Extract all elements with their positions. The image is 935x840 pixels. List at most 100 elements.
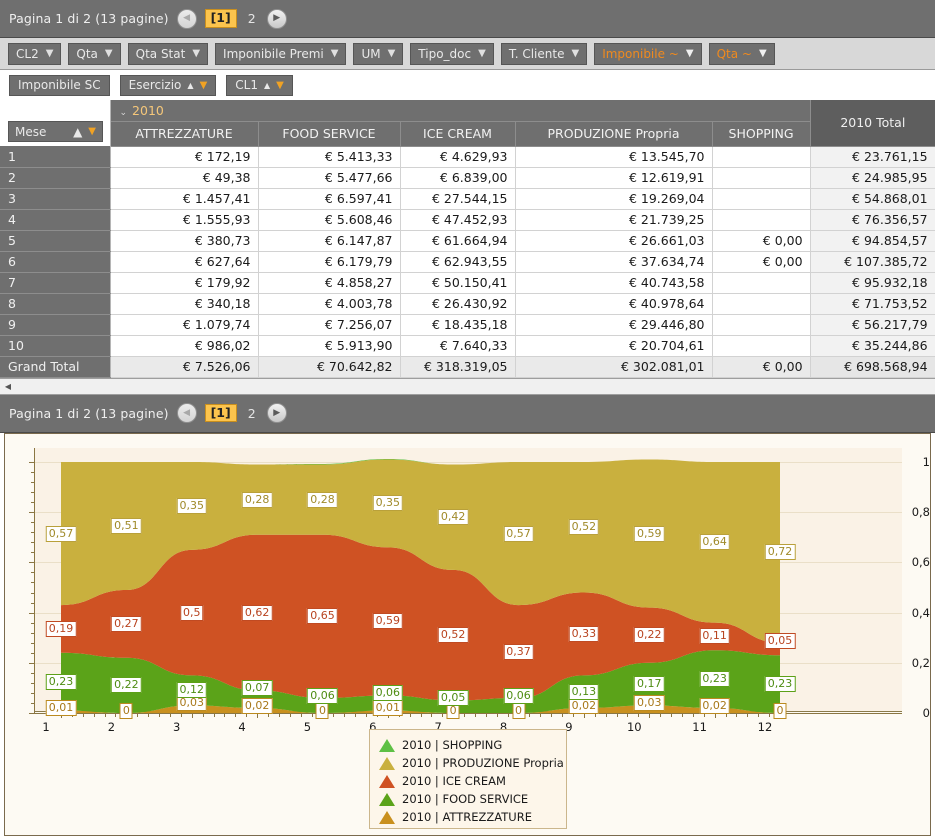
legend-item[interactable]: 2010 | ICE CREAM (379, 772, 566, 790)
table-cell (712, 167, 811, 189)
data-label: 0 (119, 703, 133, 719)
filter-chip-tipo-doc[interactable]: Tipo_doc ▼ (410, 42, 494, 65)
funnel-icon[interactable]: ▼ (46, 48, 54, 59)
table-cell: € 5.477,66 (258, 167, 401, 189)
row-field-chip-mese[interactable]: Mese ▲ ▼ (8, 121, 103, 142)
table-cell: € 27.544,15 (400, 188, 516, 210)
column-header-produzione-propria[interactable]: PRODUZIONE Propria (515, 121, 713, 147)
column-header-attrezzature[interactable]: ATTREZZATURE (110, 121, 259, 147)
sort-asc-icon[interactable]: ▲ (187, 81, 193, 90)
x-tick-mark-minor (747, 714, 749, 717)
filter-chip-qta-stat[interactable]: Qta Stat ▼ (127, 42, 209, 65)
x-tick-mark-minor (289, 714, 291, 717)
x-tick-mark-minor (736, 714, 738, 717)
funnel-icon[interactable]: ▼ (571, 48, 579, 59)
row-header-cell[interactable]: 9 (0, 314, 111, 336)
funnel-icon[interactable]: ▼ (759, 48, 767, 59)
funnel-icon[interactable]: ▼ (192, 48, 200, 59)
x-tick-mark-minor (333, 714, 335, 717)
row-header-cell[interactable]: 6 (0, 251, 111, 273)
x-tick-mark-minor (409, 714, 411, 717)
row-header-cell[interactable]: 1 (0, 146, 111, 168)
column-header-shopping[interactable]: SHOPPING (712, 121, 811, 147)
table-cell: € 40.978,64 (515, 293, 713, 315)
funnel-icon[interactable]: ▼ (105, 48, 113, 59)
table-total-cell: € 95.932,18 (809, 272, 935, 294)
pager-top: Pagina 1 di 2 (13 pagine) ◀ [1] 2 ▶ (0, 0, 935, 38)
filter-chip-cl2[interactable]: CL2 ▼ (8, 42, 62, 65)
table-total-cell: € 54.868,01 (809, 188, 935, 210)
legend-label: 2010 | SHOPPING (402, 738, 503, 752)
table-row: 1 € 172,19 € 5.413,33 € 4.629,93 € 13.545,70… (0, 146, 935, 168)
x-tick-mark-minor (213, 714, 215, 717)
legend-item[interactable]: 2010 | SHOPPING (379, 736, 566, 754)
filter-chip-imponibile[interactable]: Imponibile ~ ▼ (594, 42, 702, 65)
sort-asc-icon[interactable]: ▲ (73, 125, 82, 139)
legend-item[interactable]: 2010 | FOOD SERVICE (379, 790, 566, 808)
row-header-cell[interactable]: 4 (0, 209, 111, 231)
table-cell: € 61.664,94 (400, 230, 516, 252)
row-header-cell[interactable]: Grand Total (0, 356, 111, 378)
funnel-icon[interactable]: ▼ (88, 126, 96, 137)
funnel-icon[interactable]: ▼ (686, 48, 694, 59)
row-header-cell[interactable]: 2 (0, 167, 111, 189)
pager-top-next-icon[interactable]: ▶ (266, 8, 287, 29)
column-group-header-2010[interactable]: ⌄ 2010 (110, 100, 811, 122)
x-tick-mark-minor (235, 714, 237, 717)
table-total-cell: € 23.761,15 (809, 146, 935, 168)
table-total-cell: € 94.854,57 (809, 230, 935, 252)
data-label: 0 (315, 703, 329, 719)
pager-top-current-page[interactable]: [1] (204, 9, 237, 28)
pager-bottom-next-icon[interactable]: ▶ (266, 403, 287, 423)
pager-bottom-page-2[interactable]: 2 (245, 406, 259, 421)
filter-chip-imponibile-premi[interactable]: Imponibile Premi ▼ (215, 42, 347, 65)
scroll-left-icon[interactable]: ◀ (0, 379, 16, 394)
funnel-icon[interactable]: ▼ (478, 48, 486, 59)
funnel-icon[interactable]: ▼ (276, 80, 284, 91)
dimension-chip-esercizio[interactable]: Esercizio ▲ ▼ (119, 74, 217, 96)
table-horizontal-scrollbar[interactable]: ◀ (0, 377, 935, 395)
filter-chip-qta[interactable]: Qta ▼ (68, 42, 121, 65)
pager-bottom-current-page[interactable]: [1] (204, 403, 237, 423)
pager-top-prev-icon[interactable]: ◀ (176, 8, 197, 29)
funnel-icon[interactable]: ▼ (388, 48, 396, 59)
data-label: 0,57 (45, 525, 77, 542)
table-cell: € 7.526,06 (110, 355, 259, 378)
column-header-ice-cream[interactable]: ICE CREAM (400, 121, 516, 147)
x-tick-mark-minor (355, 714, 357, 717)
row-header-cell[interactable]: 5 (0, 230, 111, 252)
measure-chip-imponibile-sc[interactable]: Imponibile SC (9, 74, 110, 96)
collapse-icon[interactable]: ⌄ (120, 108, 128, 118)
gridline (34, 662, 902, 664)
x-tick-label: 5 (303, 720, 312, 734)
data-label: 0,72 (764, 544, 796, 561)
table-cell: € 1.457,41 (110, 188, 259, 210)
row-header-cell[interactable]: 10 (0, 335, 111, 357)
y-tick-mark-minor (31, 552, 34, 554)
pager-bottom-prev-icon[interactable]: ◀ (176, 403, 197, 423)
funnel-icon[interactable]: ▼ (331, 48, 339, 59)
y-tick-mark-minor (31, 652, 34, 654)
legend-marker-icon (379, 792, 395, 806)
row-header-cell[interactable]: 8 (0, 293, 111, 315)
dimension-chip-cl1[interactable]: CL1 ▲ ▼ (226, 74, 293, 96)
data-label: 0,01 (372, 700, 404, 717)
filter-chip-um[interactable]: UM ▼ (353, 42, 404, 65)
x-tick-label: 1 (42, 720, 50, 734)
row-header-cell[interactable]: 3 (0, 188, 111, 210)
pager-top-page-2[interactable]: 2 (245, 11, 259, 26)
legend-item[interactable]: 2010 | ATTREZZATURE (379, 808, 566, 826)
funnel-icon[interactable]: ▼ (200, 80, 208, 91)
filter-chip-qta[interactable]: Qta ~ ▼ (708, 42, 775, 65)
legend-item[interactable]: 2010 | PRODUZIONE Propria (379, 754, 566, 772)
column-header-food-service[interactable]: FOOD SERVICE (258, 121, 401, 147)
x-tick-mark-minor (344, 714, 346, 717)
filter-chip-t-cliente[interactable]: T. Cliente ▼ (500, 42, 588, 65)
sort-asc-icon[interactable]: ▲ (264, 81, 270, 90)
x-tick-mark (714, 714, 716, 718)
table-row: 9 € 1.079,74 € 7.256,07 € 18.435,18 € 29.446… (0, 314, 935, 336)
data-label: 0,33 (568, 625, 600, 642)
column-total-header: 2010 Total (809, 100, 935, 147)
data-label: 0,19 (45, 620, 77, 637)
row-header-cell[interactable]: 7 (0, 272, 111, 294)
